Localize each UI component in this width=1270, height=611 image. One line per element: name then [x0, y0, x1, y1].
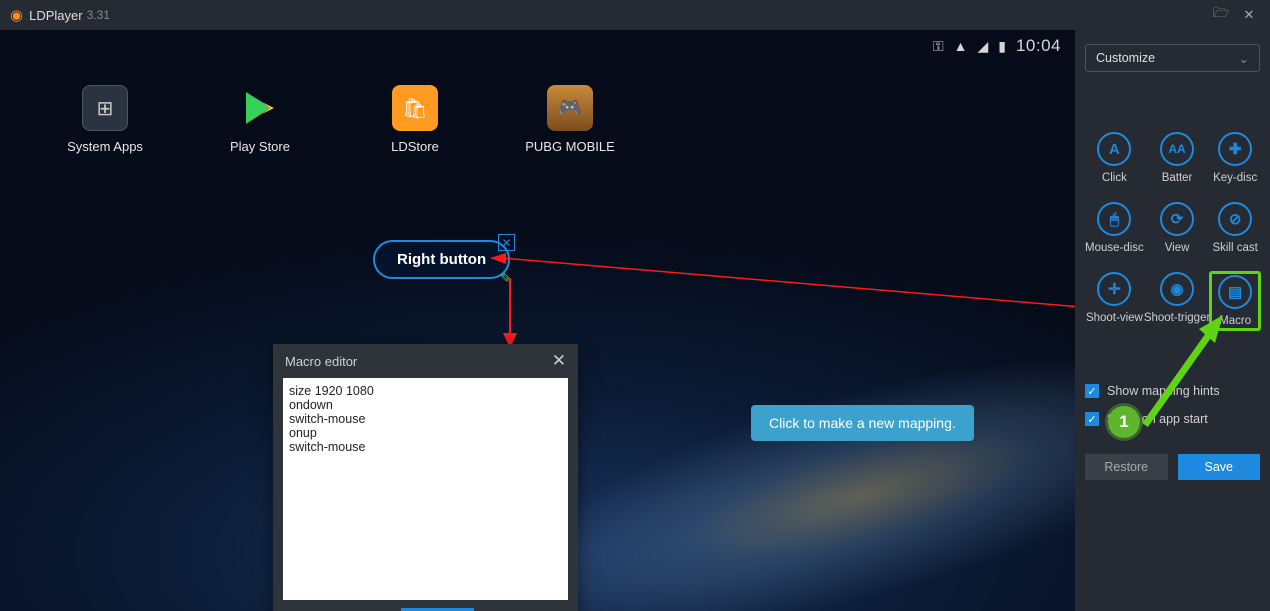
tool-label: View	[1165, 242, 1190, 254]
tool-shoot-trigger-icon: ◉	[1160, 272, 1194, 306]
title-bar: ◉ LDPlayer 3.31 🗁 ✕	[0, 0, 1270, 30]
mapping-tip: Click to make a new mapping.	[751, 405, 974, 441]
tool-label: Macro	[1219, 315, 1251, 327]
clock: 10:04	[1016, 36, 1061, 56]
macro-editor-close-icon[interactable]: ✕	[552, 351, 566, 371]
tool-mouse-disc-icon: 🖱	[1097, 202, 1131, 236]
tool-label: Shoot-trigger	[1144, 312, 1210, 324]
chevron-down-icon: ⌄	[1239, 51, 1249, 66]
app-ldstore[interactable]: 🛍 LDStore	[380, 85, 450, 154]
tool-key-disc[interactable]: ✚ Key-disc	[1210, 132, 1260, 184]
restore-button[interactable]: Restore	[1085, 454, 1168, 480]
macro-editor-footer: (x=897 y=402) Save Macro help	[273, 606, 578, 611]
app-title: LDPlayer	[29, 8, 82, 23]
tool-skill-cast[interactable]: ⊘ Skill cast	[1210, 202, 1260, 254]
tool-grid: A Click AA Batter ✚ Key-disc 🖱 Mouse-disc ⟳ V…	[1085, 132, 1260, 330]
tool-shoot-view-icon: ✛	[1097, 272, 1131, 306]
chip-edit-icon[interactable]: ✎	[500, 270, 512, 287]
macro-save-button[interactable]: Save	[401, 608, 475, 611]
emulator-screen[interactable]: ⚿ ▲ ◢ ▮ 10:04 ⊞ System Apps Play Store 🛍…	[0, 30, 1075, 611]
app-label: PUBG MOBILE	[525, 139, 615, 154]
battery-icon: ▮	[998, 38, 1006, 55]
mapping-chip-right-button[interactable]: Right button	[373, 240, 510, 279]
tool-batter-icon: AA	[1160, 132, 1194, 166]
annotation-arrow-down	[495, 278, 525, 348]
macro-editor-textarea[interactable]	[283, 378, 568, 600]
tool-shoot-trigger[interactable]: ◉ Shoot-trigger	[1144, 272, 1210, 330]
tool-label: Skill cast	[1212, 242, 1257, 254]
check-show-mapping-hints[interactable]: ✓ Show mapping hints	[1085, 384, 1260, 398]
macro-editor-window: Macro editor ✕ (x=897 y=402) Save Macro …	[273, 344, 578, 611]
side-buttons: Restore Save	[1085, 454, 1260, 480]
check-label: Show mapping hints	[1107, 384, 1220, 398]
tool-skill-cast-icon: ⊘	[1218, 202, 1252, 236]
desktop-icons: ⊞ System Apps Play Store 🛍 LDStore 🎮 PUB…	[70, 85, 605, 154]
chip-delete-icon[interactable]: ✕	[498, 234, 515, 251]
folder-icon[interactable]: 🗁	[1210, 4, 1232, 26]
app-logo-icon: ◉	[10, 6, 23, 24]
tool-click[interactable]: A Click	[1085, 132, 1144, 184]
pubg-icon: 🎮	[558, 96, 582, 120]
profile-dropdown[interactable]: Customize ⌄	[1085, 44, 1260, 72]
android-status-bar: ⚿ ▲ ◢ ▮ 10:04	[933, 36, 1061, 56]
tool-label: Key-disc	[1213, 172, 1257, 184]
tool-key-disc-icon: ✚	[1218, 132, 1252, 166]
app-label: LDStore	[391, 139, 439, 154]
ldstore-icon: 🛍	[402, 96, 427, 121]
tool-mouse-disc[interactable]: 🖱 Mouse-disc	[1085, 202, 1144, 254]
tool-label: Mouse-disc	[1085, 242, 1144, 254]
chip-label: Right button	[397, 251, 486, 268]
tool-label: Shoot-view	[1086, 312, 1143, 324]
tool-view[interactable]: ⟳ View	[1144, 202, 1210, 254]
key-icon: ⚿	[933, 38, 944, 55]
app-system-apps[interactable]: ⊞ System Apps	[70, 85, 140, 154]
checkbox-icon: ✓	[1085, 412, 1099, 426]
tool-macro-icon: ▤	[1218, 275, 1252, 309]
app-pubg[interactable]: 🎮 PUBG MOBILE	[535, 85, 605, 154]
macro-editor-header: Macro editor ✕	[273, 344, 578, 378]
tool-click-icon: A	[1097, 132, 1131, 166]
wifi-icon: ▲	[954, 38, 968, 54]
app-label: System Apps	[67, 139, 143, 154]
dropdown-label: Customize	[1096, 51, 1155, 65]
checkbox-icon: ✓	[1085, 384, 1099, 398]
annotation-badge-1: 1	[1108, 406, 1140, 438]
tool-label: Click	[1102, 172, 1127, 184]
tool-view-icon: ⟳	[1160, 202, 1194, 236]
save-button[interactable]: Save	[1178, 454, 1261, 480]
folder-apps-icon: ⊞	[97, 96, 114, 121]
tool-batter[interactable]: AA Batter	[1144, 132, 1210, 184]
app-label: Play Store	[230, 139, 290, 154]
keymap-sidebar: Customize ⌄ A Click AA Batter ✚ Key-disc 🖱 M…	[1075, 30, 1270, 611]
close-icon[interactable]: ✕	[1238, 4, 1260, 26]
app-version: 3.31	[87, 8, 110, 22]
tool-macro[interactable]: ▤ Macro	[1210, 272, 1260, 330]
app-play-store[interactable]: Play Store	[225, 85, 295, 154]
tool-shoot-view[interactable]: ✛ Shoot-view	[1085, 272, 1144, 330]
signal-icon: ◢	[977, 38, 988, 55]
macro-editor-title: Macro editor	[285, 354, 357, 369]
tool-label: Batter	[1162, 172, 1193, 184]
play-store-icon	[240, 88, 280, 128]
